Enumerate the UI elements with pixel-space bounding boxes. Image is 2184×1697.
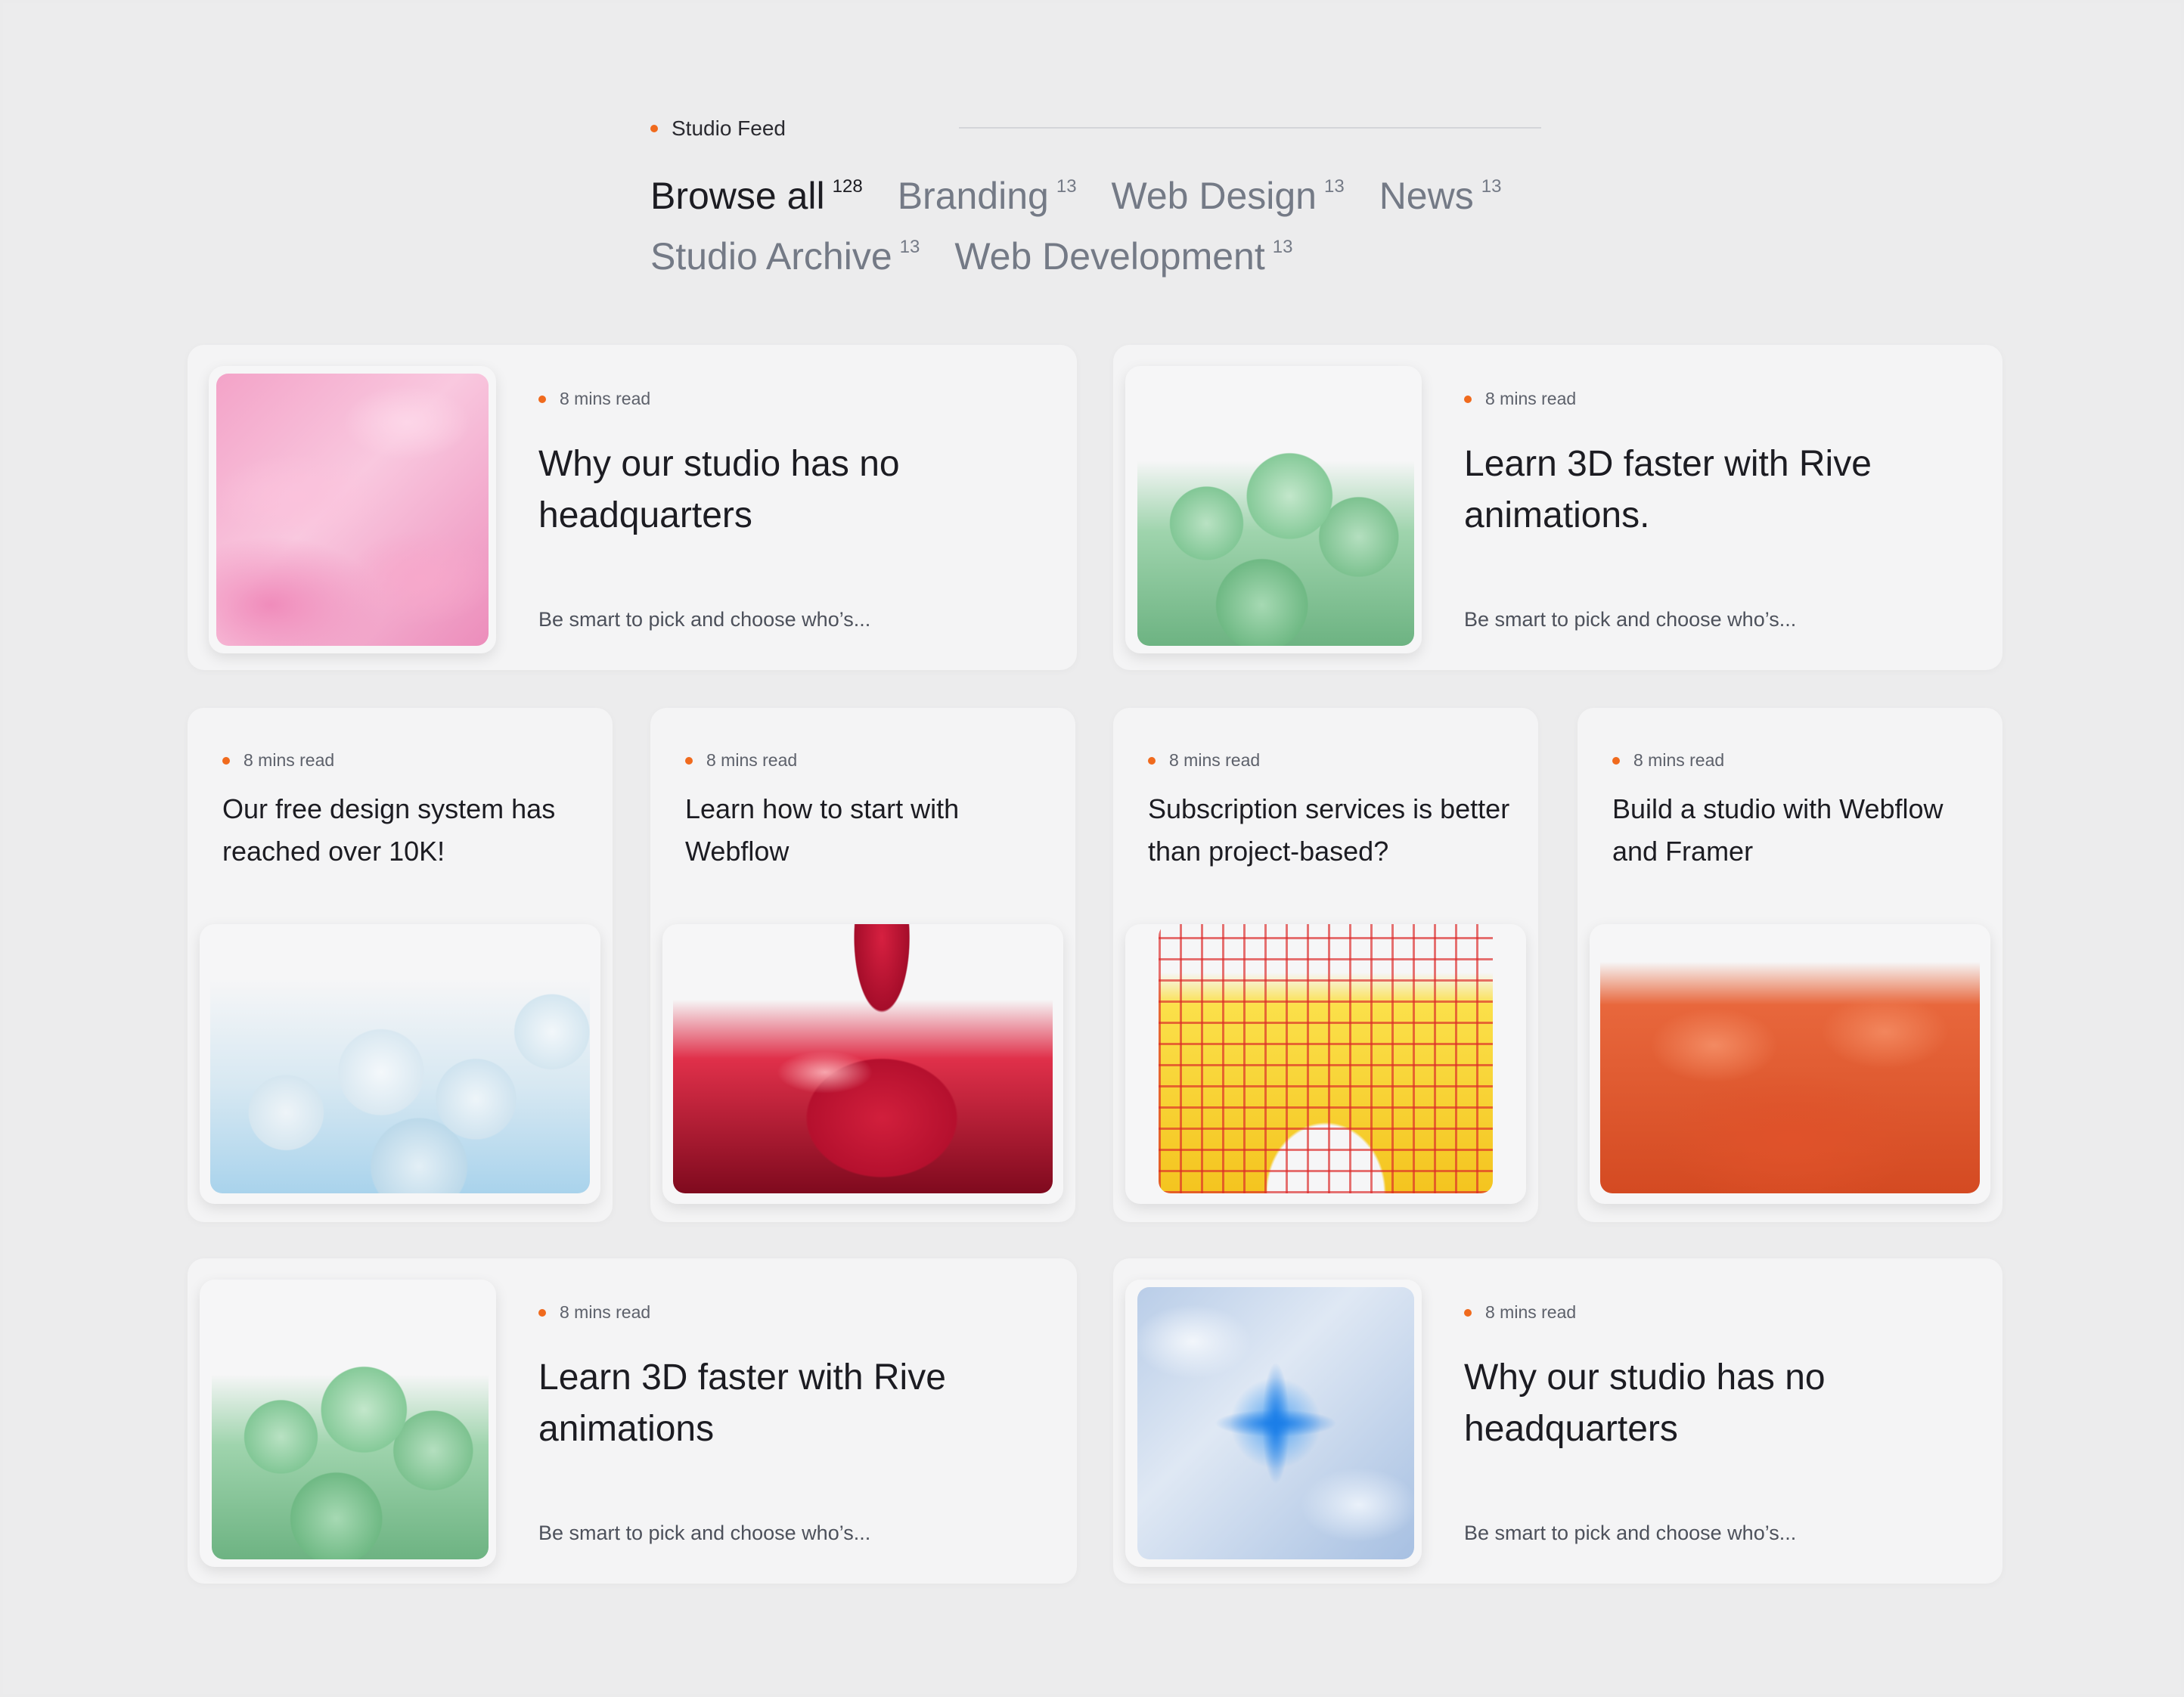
read-time-text: 8 mins read bbox=[560, 1302, 651, 1322]
read-time-text: 8 mins read bbox=[244, 750, 335, 770]
category-filters: Browse all 128 Branding 13 Web Design 13… bbox=[650, 174, 1543, 278]
post-title: Learn 3D faster with Rive animations. bbox=[1464, 444, 1872, 535]
filter-label: Web Development bbox=[954, 235, 1265, 278]
filter-count: 13 bbox=[1323, 176, 1345, 197]
post-excerpt: Be smart to pick and choose who’s... bbox=[1464, 1522, 1797, 1544]
read-time-text: 8 mins read bbox=[1633, 750, 1725, 770]
section-label: Studio Feed bbox=[650, 116, 786, 141]
filter-count: 13 bbox=[1481, 176, 1502, 197]
filter-count: 13 bbox=[1056, 176, 1077, 197]
read-time: 8 mins read bbox=[1464, 1302, 1576, 1323]
green-scaled-blob-art bbox=[1137, 374, 1414, 646]
post-title: Subscription services is better than pro… bbox=[1148, 793, 1510, 867]
post-card[interactable]: 8 mins read Learn 3D faster with Rive an… bbox=[188, 1258, 1077, 1584]
accent-dot-icon bbox=[1612, 756, 1620, 765]
post-thumbnail bbox=[1125, 1280, 1422, 1567]
accent-dot-icon bbox=[222, 756, 230, 765]
post-card[interactable]: 8 mins read Learn how to start with Webf… bbox=[650, 708, 1075, 1222]
filter-web-development[interactable]: Web Development 13 bbox=[954, 234, 1292, 278]
post-excerpt: Be smart to pick and choose who’s... bbox=[538, 1522, 871, 1544]
filter-studio-archive[interactable]: Studio Archive 13 bbox=[650, 234, 920, 278]
filter-label: News bbox=[1379, 175, 1474, 217]
post-thumbnail bbox=[200, 924, 600, 1204]
read-time: 8 mins read bbox=[222, 750, 334, 771]
filter-browse-all[interactable]: Browse all 128 bbox=[650, 174, 863, 218]
pink-blob-art bbox=[216, 374, 489, 646]
filter-label: Browse all bbox=[650, 175, 825, 217]
yellow-grid-arch-art bbox=[1159, 924, 1493, 1193]
green-scaled-blob-art bbox=[212, 1287, 489, 1559]
post-card[interactable]: 8 mins read Subscription services is bet… bbox=[1113, 708, 1538, 1222]
post-card[interactable]: 8 mins read Why our studio has no headqu… bbox=[1113, 1258, 2003, 1584]
section-label-text: Studio Feed bbox=[672, 116, 786, 140]
post-thumbnail bbox=[1125, 924, 1526, 1204]
post-card[interactable]: 8 mins read Build a studio with Webflow … bbox=[1578, 708, 2003, 1222]
post-title: Why our studio has no headquarters bbox=[1464, 1357, 1826, 1449]
red-glass-heart-art bbox=[673, 924, 1053, 1193]
read-time: 8 mins read bbox=[685, 750, 797, 771]
post-title: Our free design system has reached over … bbox=[222, 793, 556, 867]
post-excerpt: Be smart to pick and choose who’s... bbox=[1464, 608, 1797, 631]
post-title: Learn 3D faster with Rive animations bbox=[538, 1357, 946, 1449]
read-time: 8 mins read bbox=[538, 1302, 650, 1323]
post-excerpt: Be smart to pick and choose who’s... bbox=[538, 608, 871, 631]
read-time-text: 8 mins read bbox=[706, 750, 798, 770]
post-thumbnail bbox=[200, 1280, 496, 1567]
post-card[interactable]: 8 mins read Why our studio has no headqu… bbox=[188, 345, 1077, 670]
accent-dot-icon bbox=[650, 125, 658, 132]
post-thumbnail bbox=[1125, 366, 1422, 653]
post-card[interactable]: 8 mins read Learn 3D faster with Rive an… bbox=[1113, 345, 2003, 670]
orange-puffer-art bbox=[1600, 924, 1980, 1193]
read-time-text: 8 mins read bbox=[1485, 1302, 1577, 1322]
post-title: Build a studio with Webflow and Framer bbox=[1612, 793, 1944, 867]
accent-dot-icon bbox=[538, 395, 546, 403]
read-time: 8 mins read bbox=[1612, 750, 1724, 771]
blue-chrome-star-art bbox=[1137, 1287, 1414, 1559]
post-thumbnail bbox=[209, 366, 496, 653]
filter-count: 13 bbox=[1272, 237, 1293, 257]
filter-count: 13 bbox=[899, 237, 920, 257]
filter-count: 128 bbox=[832, 176, 863, 197]
white-cloud-art bbox=[210, 924, 590, 1193]
read-time: 8 mins read bbox=[1148, 750, 1260, 771]
filter-web-design[interactable]: Web Design 13 bbox=[1112, 174, 1345, 218]
read-time-text: 8 mins read bbox=[1169, 750, 1261, 770]
accent-dot-icon bbox=[685, 756, 693, 765]
accent-dot-icon bbox=[1148, 756, 1156, 765]
page-background: Studio Feed Browse all 128 Branding 13 W… bbox=[3, 3, 2181, 1694]
post-thumbnail bbox=[662, 924, 1063, 1204]
accent-dot-icon bbox=[1464, 1308, 1472, 1317]
filter-label: Web Design bbox=[1111, 175, 1317, 217]
read-time: 8 mins read bbox=[538, 389, 650, 409]
post-card[interactable]: 8 mins read Our free design system has r… bbox=[188, 708, 613, 1222]
accent-dot-icon bbox=[538, 1308, 546, 1317]
header-divider bbox=[959, 127, 1541, 129]
read-time-text: 8 mins read bbox=[560, 389, 651, 408]
read-time-text: 8 mins read bbox=[1485, 389, 1577, 408]
post-title: Learn how to start with Webflow bbox=[685, 793, 960, 867]
accent-dot-icon bbox=[1464, 395, 1472, 403]
filter-branding[interactable]: Branding 13 bbox=[898, 174, 1077, 218]
read-time: 8 mins read bbox=[1464, 389, 1576, 409]
filter-news[interactable]: News 13 bbox=[1379, 174, 1502, 218]
filter-label: Studio Archive bbox=[650, 235, 892, 278]
filter-label: Branding bbox=[897, 175, 1049, 217]
post-title: Why our studio has no headquarters bbox=[538, 444, 900, 535]
post-thumbnail bbox=[1590, 924, 1990, 1204]
